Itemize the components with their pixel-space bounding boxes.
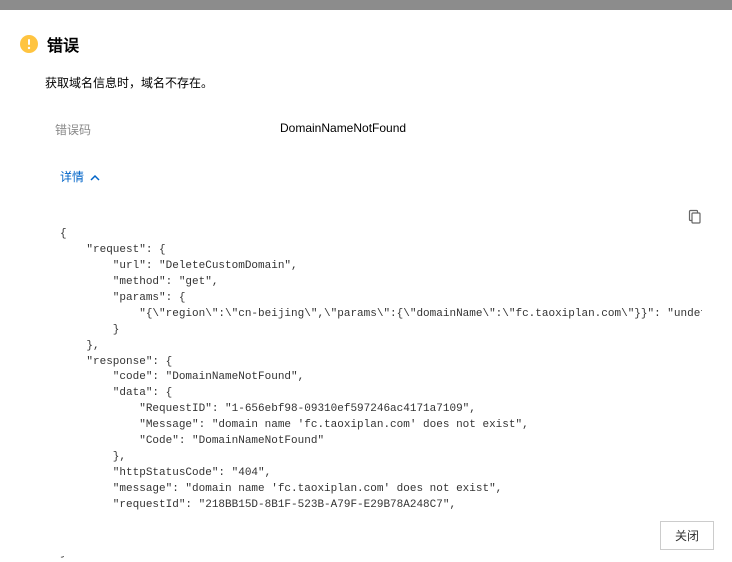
close-button[interactable]: 关闭 — [660, 521, 714, 550]
details-panel: { "request": { "url": "DeleteCustomDomai… — [60, 211, 702, 562]
dialog-title: 错误 — [47, 32, 79, 56]
details-json-block: { "request": { "url": "DeleteCustomDomai… — [60, 211, 702, 562]
dialog-footer: 关闭 — [0, 515, 732, 556]
error-code-row: 错误码 DomainNameNotFound — [55, 121, 712, 138]
error-code-value: DomainNameNotFound — [280, 121, 406, 138]
window-top-bar — [0, 0, 732, 10]
error-dialog: 错误 获取域名信息时，域名不存在。 错误码 DomainNameNotFound… — [0, 10, 732, 562]
error-message: 获取域名信息时，域名不存在。 — [45, 74, 712, 91]
chevron-up-icon — [90, 172, 100, 182]
copy-button[interactable] — [686, 209, 702, 225]
error-code-label: 错误码 — [55, 121, 280, 138]
dialog-header: 错误 — [20, 32, 712, 56]
details-toggle[interactable]: 详情 — [60, 168, 100, 185]
details-label: 详情 — [60, 168, 84, 185]
warning-icon — [20, 35, 38, 53]
